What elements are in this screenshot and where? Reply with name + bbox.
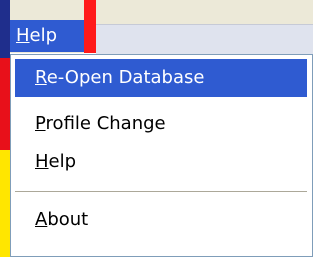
menu-separator bbox=[15, 191, 307, 192]
menu-item-about[interactable]: About bbox=[15, 201, 307, 239]
red-toolbar-segment bbox=[84, 0, 96, 53]
menubar-help-mnemonic: H bbox=[16, 25, 30, 46]
menu-item-profile-change[interactable]: Profile Change bbox=[15, 105, 307, 143]
toolbar-strip bbox=[96, 24, 313, 54]
menu-item-label: elp bbox=[48, 151, 77, 172]
menu-item-label: e-Open Database bbox=[46, 67, 205, 88]
menu-item-mnemonic: H bbox=[35, 151, 49, 172]
help-dropdown-menu: Re-Open Database Profile Change Help Abo… bbox=[10, 54, 313, 257]
left-red-panel bbox=[0, 58, 10, 150]
menu-item-reopen-database[interactable]: Re-Open Database bbox=[15, 59, 307, 97]
menubar-help-label: elp bbox=[29, 25, 58, 46]
menu-item-mnemonic: A bbox=[35, 209, 48, 230]
menu-item-mnemonic: P bbox=[35, 113, 46, 134]
menu-item-mnemonic: R bbox=[35, 67, 47, 88]
menu-item-help[interactable]: Help bbox=[15, 143, 307, 181]
application-screen: Help Re-Open Database Profile Change Hel… bbox=[0, 0, 313, 257]
menubar-help[interactable]: Help bbox=[10, 20, 84, 52]
menu-item-label: bout bbox=[47, 209, 89, 230]
menu-item-label: rofile Change bbox=[45, 113, 166, 134]
